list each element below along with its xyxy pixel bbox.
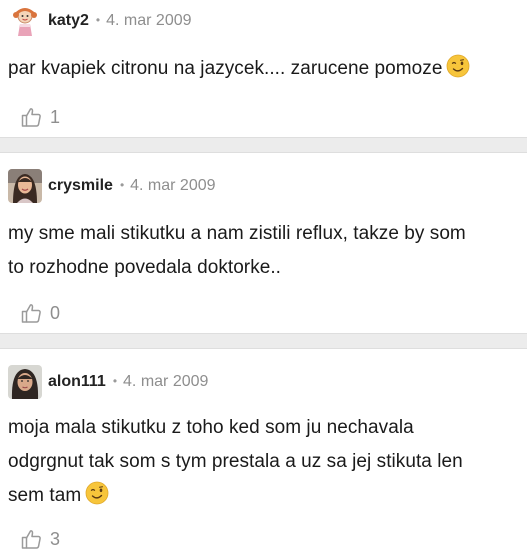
like-button[interactable]: 1 — [8, 93, 519, 141]
author-name[interactable]: crysmile — [48, 177, 113, 195]
comment-header: alon111 • 4. mar 2009 — [8, 349, 519, 401]
avatar[interactable] — [8, 4, 42, 38]
like-count: 1 — [50, 106, 61, 127]
meta-separator: • — [95, 13, 101, 27]
winking-face-icon — [446, 54, 470, 78]
user-photo-avatar-icon — [8, 365, 42, 399]
winking-face-icon — [85, 481, 109, 505]
comment-text: moja mala stikutku z toho ked som ju nec… — [8, 411, 519, 513]
cartoon-girl-avatar-icon — [8, 4, 42, 38]
like-count: 0 — [50, 302, 61, 323]
comment-date: 4. mar 2009 — [130, 177, 216, 194]
like-button[interactable]: 3 — [8, 515, 519, 553]
author-name[interactable]: katy2 — [48, 12, 89, 30]
comment-text: my sme mali stikutku a nam zistili reflu… — [8, 217, 519, 285]
comment-text-line: par kvapiek citronu na jazycek.... zaruc… — [8, 58, 443, 79]
comment-text-line: odgrgnut tak som s tym prestala a uz sa … — [8, 451, 463, 472]
comment-item: alon111 • 4. mar 2009 moja mala stikutku… — [0, 349, 527, 553]
author-name[interactable]: alon111 — [48, 373, 106, 391]
avatar[interactable] — [8, 169, 42, 203]
comment-feed: katy2 • 4. mar 2009 par kvapiek citronu … — [0, 0, 527, 553]
comment-text-line: to rozhodne povedala doktorke.. — [8, 257, 282, 278]
like-count: 3 — [50, 528, 61, 549]
comment-header: crysmile • 4. mar 2009 — [8, 153, 519, 205]
comment-text-line: my sme mali stikutku a nam zistili reflu… — [8, 223, 466, 244]
user-photo-avatar-icon — [8, 169, 42, 203]
comment-text-line-with-emoji: sem tam — [8, 479, 519, 513]
comment-text-line: sem tam — [8, 485, 82, 506]
comment-text-line: moja mala stikutku z toho ked som ju nec… — [8, 417, 414, 438]
thumbs-up-icon — [21, 530, 41, 549]
comment-date: 4. mar 2009 — [123, 373, 209, 390]
meta-separator: • — [112, 374, 118, 388]
comment-text: par kvapiek citronu na jazycek.... zaruc… — [8, 52, 519, 86]
like-button[interactable]: 0 — [8, 289, 519, 337]
comment-date: 4. mar 2009 — [106, 12, 192, 29]
comment-item: crysmile • 4. mar 2009 my sme mali stiku… — [0, 153, 527, 333]
meta-separator: • — [119, 178, 125, 192]
comment-item: katy2 • 4. mar 2009 par kvapiek citronu … — [0, 0, 527, 137]
avatar[interactable] — [8, 365, 42, 399]
thumbs-up-icon — [21, 108, 41, 127]
thumbs-up-icon — [21, 304, 41, 323]
comment-header: katy2 • 4. mar 2009 — [8, 0, 519, 40]
